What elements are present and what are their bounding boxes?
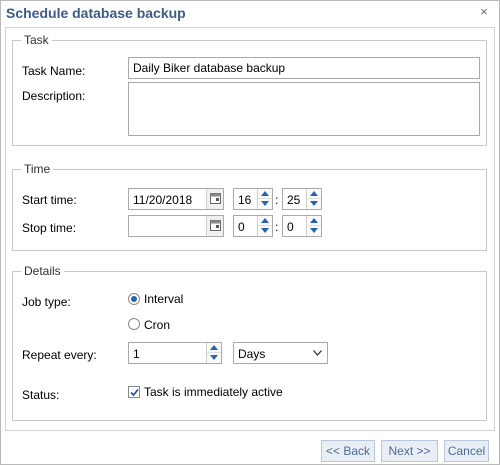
schedule-backup-dialog: Schedule database backup × Task Task Nam… [0,0,500,465]
job-type-label: Job type: [22,295,71,309]
task-legend: Task [21,33,52,47]
chevron-down-icon[interactable] [307,226,321,236]
start-date-picker[interactable]: 11/20/2018 [128,188,224,210]
description-input[interactable] [128,82,480,136]
status-active-label[interactable]: Task is immediately active [144,385,283,399]
stop-date-picker[interactable] [128,215,224,237]
radio-interval-label[interactable]: Interval [144,292,183,306]
dialog-body: Task Task Name: Description: Time Start … [5,27,495,431]
close-icon[interactable]: × [478,5,490,18]
status-active-checkbox[interactable] [128,386,140,398]
time-separator: : [275,220,279,234]
back-button[interactable]: << Back [321,440,375,462]
start-date-value: 11/20/2018 [133,193,193,207]
status-label: Status: [22,388,60,402]
stop-minute-value: 0 [287,220,294,234]
calendar-icon[interactable] [206,216,223,236]
task-name-input[interactable] [128,57,480,79]
calendar-icon[interactable] [206,189,223,209]
repeat-spin-buttons [206,343,221,363]
start-hour-spin-buttons [257,189,272,209]
chevron-down-icon[interactable] [258,199,272,209]
repeat-every-label: Repeat every: [22,348,97,362]
time-legend: Time [21,162,54,176]
chevron-down-icon[interactable] [307,199,321,209]
radio-interval[interactable] [128,293,140,305]
start-minute-spin-buttons [306,189,321,209]
stop-hour-value: 0 [238,220,245,234]
next-button[interactable]: Next >> [381,440,438,462]
repeat-unit-select[interactable]: Days [233,342,328,364]
repeat-unit-value: Days [238,347,266,361]
start-time-label: Start time: [22,193,77,207]
radio-cron[interactable] [128,318,140,330]
chevron-up-icon[interactable] [258,216,272,226]
stop-minute-spin-buttons [306,216,321,236]
start-minute-value: 25 [287,193,301,207]
time-separator: : [275,193,279,207]
chevron-down-icon[interactable] [309,343,327,363]
time-group: Time [12,162,487,251]
cancel-button[interactable]: Cancel [444,440,489,462]
task-name-label: Task Name: [22,64,86,78]
stop-minute-spinner[interactable]: 0 [282,215,322,237]
details-legend: Details [21,264,64,278]
repeat-value-spinner[interactable]: 1 [128,342,222,364]
dialog-title: Schedule database backup [6,5,186,21]
stop-time-label: Stop time: [22,221,77,235]
chevron-up-icon[interactable] [258,189,272,199]
chevron-down-icon[interactable] [258,226,272,236]
chevron-up-icon[interactable] [307,216,321,226]
start-hour-value: 16 [238,193,252,207]
chevron-up-icon[interactable] [207,343,221,353]
description-label: Description: [22,89,86,103]
radio-cron-label[interactable]: Cron [144,318,170,332]
stop-hour-spin-buttons [257,216,272,236]
repeat-value: 1 [133,347,140,361]
start-minute-spinner[interactable]: 25 [282,188,322,210]
dialog-titlebar: Schedule database backup × [1,1,499,27]
stop-hour-spinner[interactable]: 0 [233,215,273,237]
chevron-up-icon[interactable] [307,189,321,199]
chevron-down-icon[interactable] [207,353,221,363]
start-hour-spinner[interactable]: 16 [233,188,273,210]
